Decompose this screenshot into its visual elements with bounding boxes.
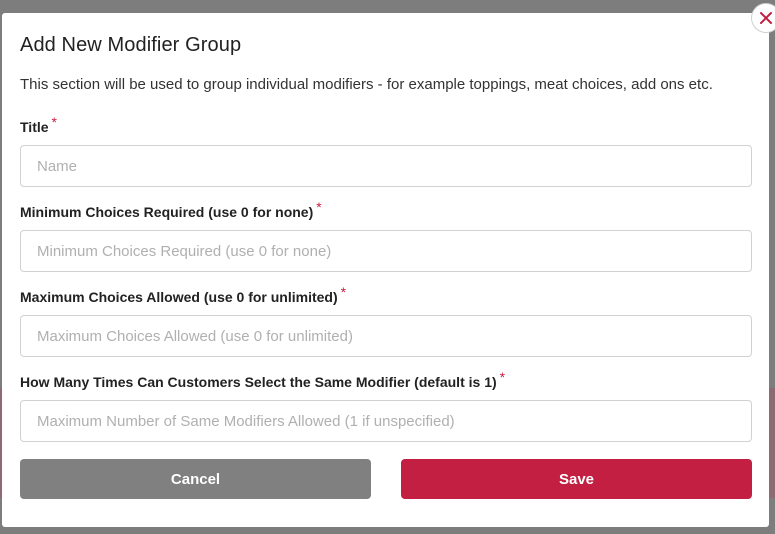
required-marker: * (316, 199, 322, 215)
cancel-button[interactable]: Cancel (20, 459, 371, 499)
dialog-title: Add New Modifier Group (20, 34, 242, 56)
title-label: Title * (20, 114, 57, 135)
required-marker: * (51, 114, 57, 130)
required-marker: * (340, 284, 347, 300)
save-button[interactable]: Save (401, 459, 752, 499)
same-modifier-limit-input[interactable] (20, 400, 752, 442)
same-modifier-limit-label: How Many Times Can Customers Select the … (20, 369, 505, 390)
add-modifier-group-dialog: Add New Modifier Group This section will… (2, 13, 769, 527)
required-marker: * (499, 369, 506, 385)
minimum-choices-label: Minimum Choices Required (use 0 for none… (20, 199, 322, 220)
title-label-text: Title (20, 119, 49, 135)
same-modifier-limit-label-text: How Many Times Can Customers Select the … (20, 374, 497, 390)
maximum-choices-label: Maximum Choices Allowed (use 0 for unlim… (20, 284, 346, 305)
minimum-choices-input[interactable] (20, 230, 752, 272)
dialog-description: This section will be used to group indiv… (20, 76, 713, 93)
close-icon (760, 12, 772, 24)
close-button[interactable] (751, 3, 775, 33)
minimum-choices-label-text: Minimum Choices Required (use 0 for none… (20, 204, 314, 220)
maximum-choices-input[interactable] (20, 315, 752, 357)
maximum-choices-label-text: Maximum Choices Allowed (use 0 for unlim… (20, 289, 338, 305)
title-input[interactable] (20, 145, 752, 187)
